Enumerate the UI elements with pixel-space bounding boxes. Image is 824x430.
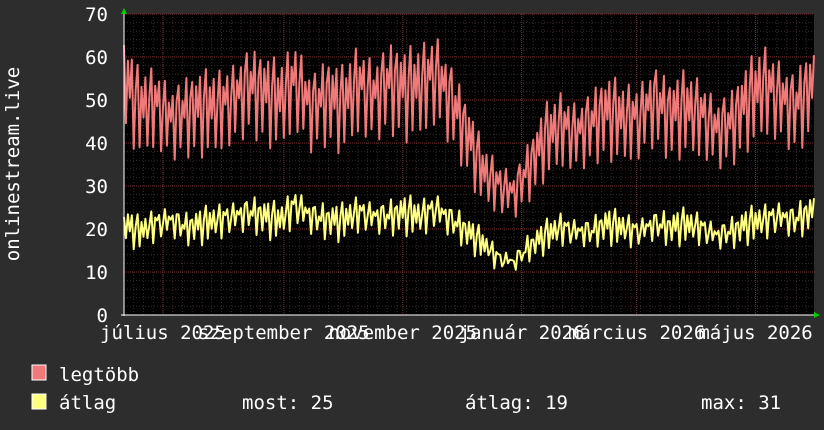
y-tick-label: 30 [85, 176, 108, 198]
legend-swatch-avg [31, 393, 47, 410]
x-tick-label: március 2026 [568, 322, 705, 344]
x-tick-label: május 2026 [698, 322, 812, 344]
x-axis-arrow-icon [814, 312, 820, 318]
legend-item-avg: átlag [31, 392, 116, 414]
y-axis-arrow-icon [121, 8, 127, 14]
stat-avg: átlag: 19 [465, 392, 568, 414]
legend-label-avg: átlag [59, 392, 116, 414]
y-tick-label: 40 [85, 133, 108, 155]
stats: most: 25 átlag: 19 max: 31 [242, 392, 781, 414]
y-tick-label: 60 [85, 47, 108, 69]
x-tick-label: november 2025 [328, 322, 477, 344]
stat-now: most: 25 [242, 392, 334, 414]
y-axis-label: onlinestream.live [2, 67, 24, 261]
legend-label-max: legtöbb [59, 364, 139, 386]
x-tick-label: január 2026 [459, 322, 585, 344]
y-tick-label: 10 [85, 262, 108, 284]
stat-max: max: 31 [701, 392, 781, 414]
rrd-chart: 010203040506070július 2025szeptember 202… [2, 4, 820, 414]
y-tick-label: 50 [85, 90, 108, 112]
legend-swatch-max [31, 364, 47, 381]
plot-area [124, 14, 814, 315]
legend: legtöbb átlag most: 25 átlag: 19 max: 31 [31, 364, 781, 414]
legend-item-max: legtöbb [31, 364, 139, 386]
y-tick-label: 70 [85, 4, 108, 26]
y-tick-label: 20 [85, 219, 108, 241]
